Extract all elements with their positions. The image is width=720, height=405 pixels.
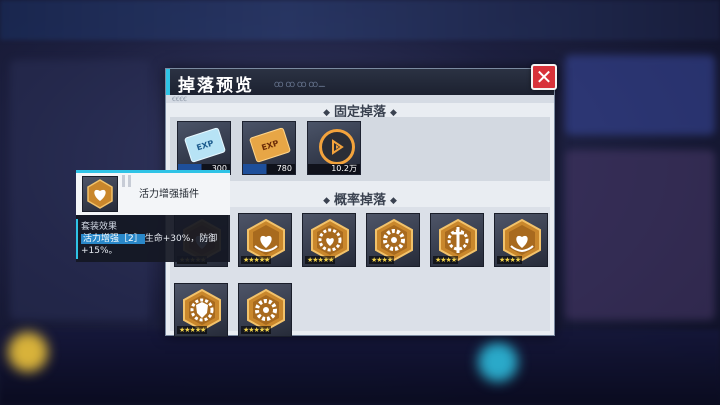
dialog-header: 掉落预览 ꝎꝎꝎꝎ꜡꜡꜡ [166, 69, 554, 96]
tooltip-set-effect: 活力增强［2］ 生命+30%，防御+15%。 [81, 233, 227, 257]
diamond-icon: ◆ [323, 107, 330, 118]
star-rating: ★★★★ [497, 256, 523, 264]
tooltip-chip-name: 活力增强插件 [139, 189, 199, 200]
star-rating: ★★★★★ [241, 326, 272, 334]
concept-chip[interactable]: ★★★★ [494, 213, 548, 267]
close-button[interactable]: ✕ [531, 64, 557, 90]
background-orb-cyan [478, 342, 518, 382]
tooltip-accent-bar [76, 219, 78, 259]
background-top-bar [0, 0, 720, 40]
fixed-item-exp-large[interactable]: EXP 780 [242, 121, 296, 175]
star-rating: ★★★★★ [177, 326, 208, 334]
diamond-icon: ◆ [390, 107, 397, 118]
background-panel-right [565, 55, 715, 135]
background-dock [0, 330, 720, 405]
fixed-item-exp-small[interactable]: EXP 300 [177, 121, 231, 175]
concept-chip[interactable]: ★★★★★ [174, 283, 228, 337]
item-count: 10.2万 [308, 164, 360, 174]
background-panel-right-lower [565, 150, 715, 320]
tooltip-set-title: 套装效果 [81, 222, 118, 232]
star-rating: ★★★★ [433, 256, 459, 264]
background-orb-yellow [8, 332, 48, 372]
concept-chip[interactable]: ★★★★ [366, 213, 420, 267]
dialog-title: 掉落预览 [178, 76, 254, 96]
tooltip-set-tag: 活力增强［2］ [81, 234, 145, 244]
coin-icon [319, 129, 355, 165]
heart-shield-chip-icon [82, 176, 118, 212]
concept-chip[interactable]: ★★★★★ [238, 283, 292, 337]
fixed-item-coin[interactable]: 10.2万 [307, 121, 361, 175]
dialog-title-decoration: ꝎꝎꝎꝎ꜡꜡꜡ [274, 81, 327, 89]
item-count: 780 [243, 164, 295, 174]
star-rating: ★★★★★ [241, 256, 272, 264]
tooltip-header: 活力增强插件 [76, 173, 230, 215]
star-rating: ★★★★★ [305, 256, 336, 264]
diamond-icon: ◆ [390, 195, 397, 206]
exp-ticket-icon: EXP [183, 127, 227, 163]
tooltip-decoration [122, 175, 134, 187]
diamond-icon: ◆ [323, 195, 330, 206]
concept-chip[interactable]: ★★★★★ [302, 213, 356, 267]
concept-drop-title: 概率掉落 [333, 193, 386, 208]
concept-chip[interactable]: ★★★★ [430, 213, 484, 267]
chip-tooltip: 活力增强插件 套装效果 活力增强［2］ 生命+30%，防御+15%。 [76, 170, 230, 262]
exp-ticket-icon: EXP [248, 127, 292, 163]
star-rating: ★★★★ [369, 256, 395, 264]
concept-chip[interactable]: ★★★★★ [238, 213, 292, 267]
